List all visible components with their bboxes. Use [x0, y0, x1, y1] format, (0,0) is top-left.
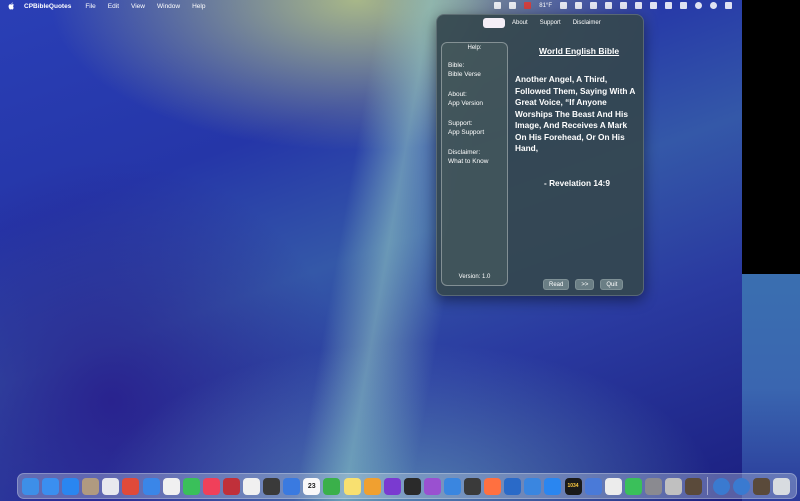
app-store-icon[interactable] [62, 477, 80, 495]
books-icon[interactable] [443, 477, 461, 495]
menu-bar: CPBibleQuotes File Edit View Window Help… [0, 0, 742, 12]
scrivener-icon[interactable] [464, 477, 482, 495]
help-heading: About: [448, 91, 467, 98]
xcode-icon[interactable] [283, 477, 301, 495]
book-status-icon[interactable] [494, 2, 502, 9]
globe-2-icon[interactable] [733, 477, 751, 495]
volume-icon[interactable] [650, 2, 657, 9]
music-icon[interactable] [202, 477, 220, 495]
tab-bible[interactable] [483, 18, 505, 28]
screen-edge-black [742, 0, 800, 274]
help-detail: App Version [448, 100, 484, 107]
preview-icon[interactable] [584, 477, 602, 495]
cup-status-icon[interactable] [509, 2, 517, 9]
app-store-2-icon[interactable] [544, 477, 562, 495]
record-status-icon[interactable] [524, 2, 532, 9]
swift-playgrounds-icon[interactable] [484, 477, 502, 495]
bible-app-icon[interactable] [685, 477, 703, 495]
trash-icon[interactable] [773, 477, 791, 495]
menu-view[interactable]: View [131, 3, 145, 10]
window-status-icon[interactable] [605, 2, 612, 9]
screen-edge-wallpaper [742, 274, 800, 501]
help-detail: Bible Verse [448, 71, 481, 78]
help-title: Help: [467, 45, 482, 51]
help-heading: Disclaimer: [448, 149, 481, 156]
downloads-icon[interactable] [524, 477, 542, 495]
control-center-icon[interactable] [725, 2, 732, 9]
status-menus: 81°F [494, 2, 732, 9]
help-heading: Support: [448, 120, 473, 127]
globe-icon[interactable] [713, 477, 731, 495]
chess-icon[interactable] [263, 477, 281, 495]
user-icon[interactable] [710, 2, 717, 9]
verse-text: Another Angel, A Third, Followed Them, S… [515, 74, 636, 153]
sliders-icon[interactable] [665, 2, 672, 9]
dock-separator [707, 477, 709, 495]
photo-booth-icon[interactable] [222, 477, 240, 495]
launchpad-icon[interactable] [102, 477, 120, 495]
dock-right [713, 477, 793, 495]
bluetooth-icon[interactable] [680, 2, 687, 9]
wifi-icon[interactable] [635, 2, 642, 9]
archive-icon[interactable] [753, 477, 771, 495]
weather-status[interactable]: 81°F [539, 3, 552, 9]
help-panel: Help: Bible: Bible Verse About: App Vers… [441, 42, 508, 286]
tab-bar: About Support Disclaimer [483, 18, 606, 28]
numbers-icon[interactable] [323, 477, 341, 495]
xcode-hammer-icon[interactable] [504, 477, 522, 495]
menu-help[interactable]: Help [192, 3, 205, 10]
finder-icon[interactable] [22, 477, 39, 495]
app-window: About Support Disclaimer Help: Bible: Bi… [436, 14, 644, 296]
calendar-icon[interactable]: 23 [303, 477, 321, 495]
menu-app-name[interactable]: CPBibleQuotes [24, 3, 71, 10]
help-group-about: About: App Version [448, 90, 501, 108]
gift-status-icon[interactable] [560, 2, 567, 9]
dock-apps: 23 1034 [22, 477, 705, 495]
grid-status-icon[interactable] [590, 2, 597, 9]
phone-icon[interactable] [624, 477, 642, 495]
vpn-icon[interactable] [604, 477, 622, 495]
news-icon[interactable] [162, 477, 180, 495]
next-button[interactable]: >> [575, 279, 595, 290]
safari-icon[interactable] [142, 477, 160, 495]
tab-about[interactable]: About [507, 18, 533, 28]
shortcuts-icon[interactable] [383, 477, 401, 495]
chrome-icon[interactable] [122, 477, 140, 495]
read-button[interactable]: Read [543, 279, 570, 290]
menu-edit[interactable]: Edit [108, 3, 119, 10]
help-group-bible: Bible: Bible Verse [448, 61, 501, 79]
search-icon[interactable] [695, 2, 702, 9]
menu-file[interactable]: File [85, 3, 95, 10]
mail-icon[interactable] [42, 477, 60, 495]
menu-window[interactable]: Window [157, 3, 180, 10]
bible-title: World English Bible [539, 46, 620, 56]
battery-icon[interactable] [620, 2, 627, 9]
button-row: Read >> Quit [543, 279, 624, 290]
apple-icon[interactable] [8, 2, 15, 10]
verse-reference: - Revelation 14:9 [544, 178, 610, 188]
photos-icon[interactable] [243, 477, 261, 495]
display-status-icon[interactable] [575, 2, 582, 9]
tab-support[interactable]: Support [535, 18, 566, 28]
photo-app-icon[interactable] [665, 477, 682, 495]
help-detail: App Support [448, 129, 485, 136]
tab-disclaimer[interactable]: Disclaimer [568, 18, 606, 28]
help-group-disclaimer: Disclaimer: What to Know [448, 148, 501, 166]
facetime-icon[interactable] [182, 477, 200, 495]
dock: 23 1034 [17, 473, 797, 499]
contacts-icon[interactable] [82, 477, 100, 495]
notes-icon[interactable] [343, 477, 361, 495]
pages-icon[interactable] [363, 477, 381, 495]
system-settings-icon[interactable] [644, 477, 662, 495]
help-group-support: Support: App Support [448, 119, 501, 137]
quit-button[interactable]: Quit [600, 279, 624, 290]
podcasts-icon[interactable] [423, 477, 441, 495]
help-detail: What to Know [448, 158, 489, 165]
clock-icon[interactable]: 1034 [564, 477, 582, 495]
version-label: Version: 1.0 [458, 274, 491, 280]
terminal-icon[interactable] [403, 477, 421, 495]
help-heading: Bible: [448, 62, 465, 69]
